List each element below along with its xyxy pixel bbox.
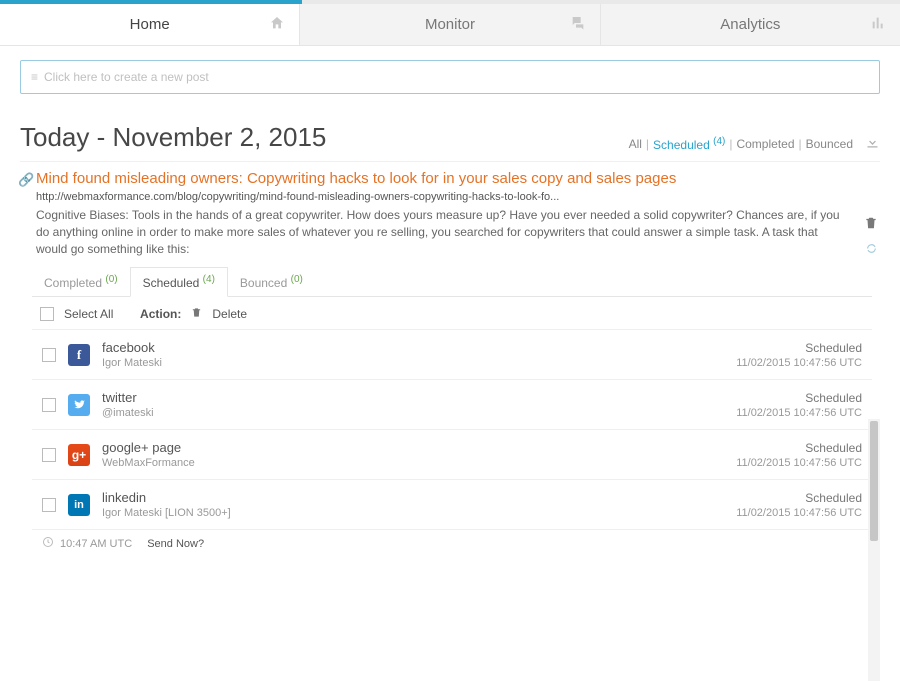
trash-icon[interactable] — [864, 216, 878, 233]
row-status: Scheduled — [736, 491, 862, 505]
row-checkbox[interactable] — [42, 448, 56, 462]
row-checkbox[interactable] — [42, 498, 56, 512]
action-row: Select All Action: Delete — [32, 297, 872, 329]
hamburger-icon: ≡ — [31, 70, 38, 84]
tab-label: Monitor — [425, 16, 475, 33]
send-now-link[interactable]: Send Now? — [147, 538, 204, 550]
date-heading: Today - November 2, 2015 — [20, 122, 326, 153]
subtab-completed[interactable]: Completed (0) — [32, 268, 130, 296]
delete-action[interactable]: Delete — [212, 307, 247, 321]
post-url[interactable]: http://webmaxformance.com/blog/copywriti… — [36, 191, 880, 203]
row-timestamp: 11/02/2015 10:47:56 UTC — [736, 507, 862, 519]
select-all-checkbox[interactable] — [40, 307, 54, 321]
google-plus-icon: g+ — [68, 444, 90, 466]
footer-time: 10:47 AM UTC — [60, 538, 132, 550]
row-checkbox[interactable] — [42, 398, 56, 412]
account-name: Igor Mateski — [102, 357, 724, 369]
subtabs: Completed (0) Scheduled (4) Bounced (0) — [32, 269, 872, 297]
select-all-label[interactable]: Select All — [64, 307, 113, 321]
scrollbar[interactable] — [868, 419, 880, 681]
filter-scheduled[interactable]: Scheduled — [653, 138, 710, 152]
post-excerpt: Cognitive Biases: Tools in the hands of … — [36, 207, 850, 257]
action-label: Action: — [140, 307, 181, 321]
tab-analytics[interactable]: Analytics — [601, 4, 900, 45]
filter-bounced[interactable]: Bounced — [806, 137, 853, 151]
table-row: twitter @imateski Scheduled 11/02/2015 1… — [32, 380, 872, 430]
home-icon — [269, 15, 285, 35]
tab-label: Home — [130, 16, 170, 33]
table-row: in linkedin Igor Mateski [LION 3500+] Sc… — [32, 480, 872, 530]
schedule-rows: f facebook Igor Mateski Scheduled 11/02/… — [32, 329, 872, 530]
footer-row: 10:47 AM UTC Send Now? — [32, 530, 872, 557]
row-checkbox[interactable] — [42, 348, 56, 362]
network-name: twitter — [102, 390, 724, 405]
subtab-scheduled[interactable]: Scheduled (4) — [130, 267, 228, 297]
tab-label: Analytics — [720, 16, 780, 33]
new-post-input[interactable]: ≡ Click here to create a new post — [20, 60, 880, 94]
post-card: 🔗 Mind found misleading owners: Copywrit… — [20, 161, 880, 557]
refresh-icon[interactable] — [865, 242, 878, 258]
trash-small-icon — [191, 307, 202, 321]
chart-icon — [870, 15, 886, 35]
post-title[interactable]: Mind found misleading owners: Copywritin… — [36, 170, 880, 187]
clock-icon — [42, 536, 54, 551]
row-timestamp: 11/02/2015 10:47:56 UTC — [736, 357, 862, 369]
table-row: f facebook Igor Mateski Scheduled 11/02/… — [32, 330, 872, 380]
new-post-placeholder: Click here to create a new post — [44, 70, 209, 84]
row-timestamp: 11/02/2015 10:47:56 UTC — [736, 457, 862, 469]
subtab-bounced[interactable]: Bounced (0) — [228, 268, 315, 296]
filter-completed[interactable]: Completed — [736, 137, 794, 151]
link-icon: 🔗 — [18, 172, 34, 188]
network-name: facebook — [102, 340, 724, 355]
twitter-icon — [68, 394, 90, 416]
row-timestamp: 11/02/2015 10:47:56 UTC — [736, 407, 862, 419]
filter-scheduled-count: (4) — [713, 136, 725, 147]
account-name: Igor Mateski [LION 3500+] — [102, 507, 724, 519]
tab-monitor[interactable]: Monitor — [300, 4, 600, 45]
download-icon[interactable] — [865, 135, 880, 153]
table-row: g+ google+ page WebMaxFormance Scheduled… — [32, 430, 872, 480]
tab-home[interactable]: Home — [0, 4, 300, 45]
chat-icon — [570, 15, 586, 35]
main-tabs: Home Monitor Analytics — [0, 4, 900, 46]
filter-all[interactable]: All — [629, 137, 642, 151]
row-status: Scheduled — [736, 341, 862, 355]
account-name: WebMaxFormance — [102, 457, 724, 469]
row-status: Scheduled — [736, 391, 862, 405]
filter-bar: All | Scheduled (4) | Completed | Bounce… — [629, 135, 880, 153]
facebook-icon: f — [68, 344, 90, 366]
network-name: linkedin — [102, 490, 724, 505]
network-name: google+ page — [102, 440, 724, 455]
linkedin-icon: in — [68, 494, 90, 516]
account-name: @imateski — [102, 407, 724, 419]
row-status: Scheduled — [736, 441, 862, 455]
